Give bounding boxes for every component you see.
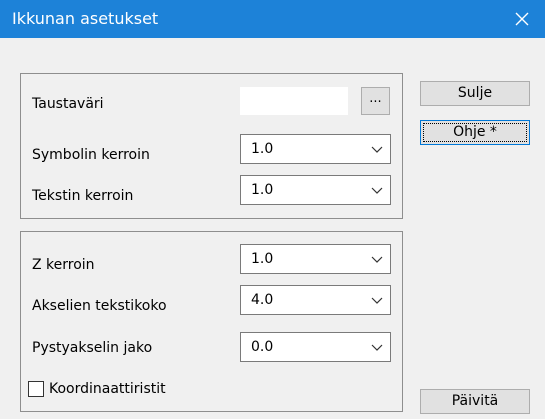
coordinate-crosses-checkbox[interactable] (28, 381, 44, 397)
symbol-factor-dropdown[interactable]: 1.0 (240, 134, 391, 164)
close-button[interactable]: Sulje (420, 81, 530, 106)
chevron-down-icon (371, 256, 383, 263)
z-factor-label: Z kerroin (32, 257, 95, 273)
symbol-factor-label: Symbolin kerroin (32, 147, 150, 163)
background-color-swatch (240, 87, 348, 115)
axis-text-size-label: Akselien tekstikoko (32, 298, 167, 314)
z-factor-value: 1.0 (251, 251, 274, 267)
vertical-axis-division-value: 0.0 (251, 339, 274, 355)
text-factor-dropdown[interactable]: 1.0 (240, 175, 391, 205)
help-button[interactable]: Ohje * (420, 120, 530, 145)
coordinate-crosses-label: Koordinaattiristit (49, 381, 166, 397)
update-button-label: Päivitä (451, 393, 499, 409)
help-button-label: Ohje * (453, 124, 497, 140)
settings-dialog: Ikkunan asetukset Taustaväri ... Symboli… (0, 0, 545, 419)
z-factor-dropdown[interactable]: 1.0 (240, 244, 391, 274)
vertical-axis-division-label: Pystyakselin jako (32, 340, 153, 356)
vertical-axis-division-dropdown[interactable]: 0.0 (240, 332, 391, 362)
close-button-label: Sulje (457, 85, 493, 101)
window-title: Ikkunan asetukset (12, 9, 159, 28)
text-factor-label: Tekstin kerroin (32, 188, 134, 204)
background-color-picker-button[interactable]: ... (361, 87, 390, 115)
chevron-down-icon (371, 187, 383, 194)
chevron-down-icon (371, 146, 383, 153)
text-factor-value: 1.0 (251, 182, 274, 198)
symbol-factor-value: 1.0 (251, 141, 274, 157)
chevron-down-icon (371, 297, 383, 304)
background-color-label: Taustaväri (32, 96, 104, 112)
title-bar: Ikkunan asetukset (0, 0, 545, 38)
axis-text-size-dropdown[interactable]: 4.0 (240, 285, 391, 315)
update-button[interactable]: Päivitä (420, 389, 530, 414)
axis-text-size-value: 4.0 (251, 292, 274, 308)
close-icon[interactable] (507, 4, 537, 34)
chevron-down-icon (371, 344, 383, 351)
